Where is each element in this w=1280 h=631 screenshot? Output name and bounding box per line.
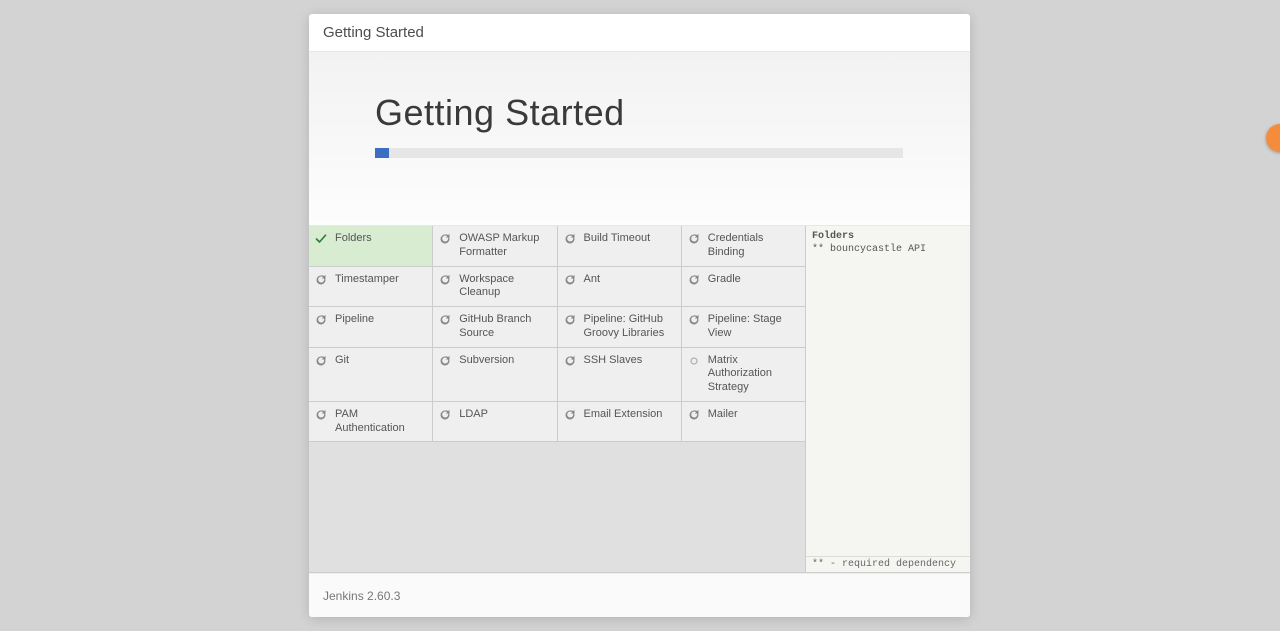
spinner-icon xyxy=(315,355,327,367)
plugin-cell: Git xyxy=(309,348,433,402)
plugin-name: Subversion xyxy=(459,354,514,366)
plugin-name: Email Extension xyxy=(584,408,663,420)
plugin-grid: Folders OWASP Markup Formatter Build Timeo… xyxy=(309,226,806,573)
plugin-name: GitHub Branch Source xyxy=(459,313,531,339)
plugin-name: Pipeline: Stage View xyxy=(708,313,782,339)
plugin-cell: SSH Slaves xyxy=(558,348,682,402)
plugin-name: Credentials Binding xyxy=(708,232,764,258)
spinner-icon xyxy=(439,355,451,367)
plugin-cell: Email Extension xyxy=(558,402,682,443)
plugin-cell: Folders xyxy=(309,226,433,267)
plugin-cell: Matrix Authorization Strategy xyxy=(682,348,805,402)
plugin-cell: Timestamper xyxy=(309,267,433,308)
spinner-icon xyxy=(688,409,700,421)
plugin-cell: Build Timeout xyxy=(558,226,682,267)
plugin-row: Git Subversion SSH Slaves Matrix Authorizat… xyxy=(309,348,805,402)
plugin-cell: Mailer xyxy=(682,402,805,443)
hero-section: Getting Started xyxy=(309,52,970,226)
plugin-name: Gradle xyxy=(708,273,741,285)
modal-header: Getting Started xyxy=(309,14,970,52)
plugin-cell: Pipeline: Stage View xyxy=(682,307,805,348)
plugin-name: Timestamper xyxy=(335,273,399,285)
modal-title: Getting Started xyxy=(323,24,424,41)
spinner-icon xyxy=(564,409,576,421)
log-line: ** bouncycastle API xyxy=(812,244,926,255)
spinner-icon xyxy=(688,314,700,326)
install-body: Folders OWASP Markup Formatter Build Timeo… xyxy=(309,226,970,573)
spinner-icon xyxy=(315,274,327,286)
plugin-cell: GitHub Branch Source xyxy=(433,307,557,348)
plugin-cell: Credentials Binding xyxy=(682,226,805,267)
plugin-cell: Workspace Cleanup xyxy=(433,267,557,308)
plugin-name: Git xyxy=(335,354,349,366)
install-progress-fill xyxy=(375,148,389,158)
check-icon xyxy=(315,233,327,245)
install-progress-bar xyxy=(375,148,903,158)
spinner-icon xyxy=(439,274,451,286)
spinner-icon xyxy=(439,314,451,326)
jenkins-version: Jenkins 2.60.3 xyxy=(323,589,400,603)
plugin-row: Timestamper Workspace Cleanup Ant Gradle xyxy=(309,267,805,308)
spinner-icon xyxy=(439,409,451,421)
plugin-row: Pipeline GitHub Branch Source Pipeline: Gi… xyxy=(309,307,805,348)
plugin-name: PAM Authentication xyxy=(335,408,405,434)
plugin-name: Matrix Authorization Strategy xyxy=(708,354,772,394)
spinner-icon xyxy=(315,314,327,326)
plugin-grid-filler xyxy=(309,442,805,573)
spinner-icon xyxy=(315,409,327,421)
install-log-footer: ** - required dependency xyxy=(806,556,970,572)
plugin-name: Workspace Cleanup xyxy=(459,273,514,299)
plugin-cell: Pipeline xyxy=(309,307,433,348)
install-log-pane: Folders ** bouncycastle API ** - require… xyxy=(806,226,970,573)
modal-footer: Jenkins 2.60.3 xyxy=(309,573,970,617)
log-line: Folders xyxy=(812,231,854,242)
plugin-cell: OWASP Markup Formatter xyxy=(433,226,557,267)
spinner-icon xyxy=(688,274,700,286)
plugin-cell: Subversion xyxy=(433,348,557,402)
plugin-cell: Pipeline: GitHub Groovy Libraries xyxy=(558,307,682,348)
plugin-name: Ant xyxy=(584,273,601,285)
spinner-icon xyxy=(439,233,451,245)
circle-icon xyxy=(688,355,700,367)
spinner-icon xyxy=(564,274,576,286)
spinner-icon xyxy=(564,233,576,245)
plugin-name: OWASP Markup Formatter xyxy=(459,232,539,258)
plugin-cell: Ant xyxy=(558,267,682,308)
plugin-row: Folders OWASP Markup Formatter Build Timeo… xyxy=(309,226,805,267)
plugin-cell: PAM Authentication xyxy=(309,402,433,443)
plugin-name: Folders xyxy=(335,232,372,244)
plugin-name: Mailer xyxy=(708,408,738,420)
plugin-cell: LDAP xyxy=(433,402,557,443)
plugin-name: Build Timeout xyxy=(584,232,651,244)
plugin-name: Pipeline: GitHub Groovy Libraries xyxy=(584,313,665,339)
spinner-icon xyxy=(688,233,700,245)
plugin-name: Pipeline xyxy=(335,313,374,325)
getting-started-modal: Getting Started Getting Started Folders O… xyxy=(309,14,970,617)
side-badge[interactable] xyxy=(1266,124,1280,152)
page-title: Getting Started xyxy=(375,92,904,134)
plugin-cell: Gradle xyxy=(682,267,805,308)
plugin-name: LDAP xyxy=(459,408,488,420)
spinner-icon xyxy=(564,314,576,326)
plugin-row: PAM Authentication LDAP Email Extension Mai… xyxy=(309,402,805,443)
plugin-name: SSH Slaves xyxy=(584,354,643,366)
spinner-icon xyxy=(564,355,576,367)
install-log-content: Folders ** bouncycastle API xyxy=(806,226,970,556)
